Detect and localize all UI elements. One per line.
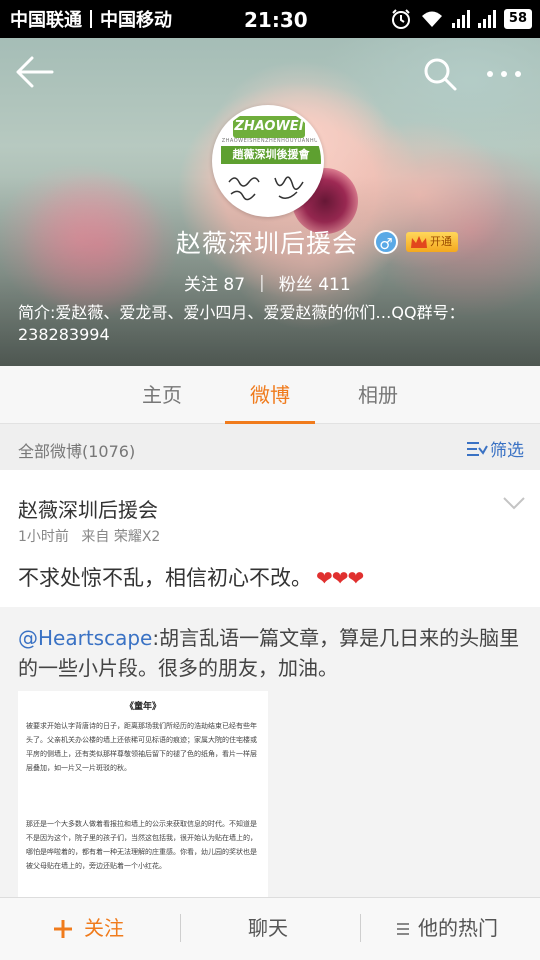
post-text: 不求处惊不乱，相信初心不改。 ❤❤❤ (18, 562, 364, 592)
following-count: 87 (223, 275, 246, 295)
bottom-action-bar: 关注 聊天 他的热门 (0, 897, 540, 960)
post-meta: 1小时前 来自 荣耀X2 (18, 526, 160, 546)
following-label: 关注 (184, 275, 218, 295)
carrier-2: 中国移动 (100, 10, 172, 31)
repost-text: @Heartscape:胡言乱语一篇文章，算是几日来的头脑里的一些小片段。很多的… (18, 623, 522, 683)
repost-block[interactable]: @Heartscape:胡言乱语一篇文章，算是几日来的头脑里的一些小片段。很多的… (0, 607, 540, 897)
profile-tabs: 主页 微博 相册 (0, 366, 540, 424)
avatar-signature (228, 176, 304, 201)
tab-weibo[interactable]: 微博 (225, 366, 315, 424)
image-doc-title: 《童年》 (124, 702, 161, 712)
avatar-logo-text: ZHAOWEI (233, 116, 305, 138)
profile-intro: 简介:爱赵薇、爱龙哥、爱小四月、爱爱赵薇的你们…QQ群号：238283994 (18, 303, 465, 344)
status-bar: 中国联通 中国移动 21:30 58 (0, 0, 540, 38)
filter-button[interactable]: 筛选 (490, 436, 524, 461)
follow-button[interactable]: 关注 (84, 898, 124, 960)
profile-name: 赵薇深圳后援会 (176, 229, 359, 258)
followers-label: 粉丝 (278, 275, 313, 295)
vip-label: 开通 (430, 235, 452, 248)
crown-icon (411, 236, 427, 248)
battery-icon: 58 (503, 9, 532, 29)
heart-emoji-icons: ❤❤❤ (316, 566, 364, 590)
signal-1-icon (451, 10, 470, 28)
more-icon[interactable] (484, 56, 524, 92)
filter-icon[interactable] (466, 440, 488, 458)
wifi-icon (421, 11, 442, 27)
image-doc-para-2: 那还是一个大多数人做着看报拉和墙上的公示来获取信息的时代。不知道是不是因为这个，… (26, 820, 257, 870)
following-stat[interactable]: 关注 87 (184, 270, 245, 295)
followers-count: 411 (318, 275, 351, 295)
signal-2-icon (477, 10, 496, 28)
hot-posts-button[interactable]: 他的热门 (418, 898, 498, 960)
vip-badge[interactable]: 开通 (406, 232, 458, 252)
followers-stat[interactable]: 粉丝 411 (279, 270, 351, 295)
carrier-1: 中国联通 (10, 10, 82, 31)
repost-mention-link[interactable]: @Heartscape (18, 626, 152, 650)
chat-button[interactable]: 聊天 (248, 898, 288, 960)
repost-image[interactable]: 《童年》 被要求开始认字背唐诗的日子，距离那场我们所经历的浩劫结束已经有些年头了… (18, 691, 268, 897)
all-posts-count: 全部微博(1076) (18, 442, 136, 461)
filter-bar: 全部微博(1076) 筛选 (0, 424, 540, 470)
avatar-logo-banner: 趙薇深圳後援會 (221, 146, 321, 164)
avatar[interactable]: ZHAOWEI ZHAOWEISHENZHENHOUYUANHUI 趙薇深圳後援… (212, 105, 324, 217)
clock: 21:30 (244, 8, 308, 32)
bottom-divider-2 (360, 914, 361, 942)
alarm-icon (391, 9, 410, 29)
post-text-content: 不求处惊不乱，相信初心不改。 (18, 566, 312, 590)
post-source: 来自 荣耀X2 (81, 529, 161, 545)
back-arrow-icon[interactable] (16, 56, 56, 88)
image-doc-para-1: 被要求开始认字背唐诗的日子，距离那场我们所经历的浩劫结束已经有些年头了。父亲机关… (26, 722, 257, 772)
stats-divider: | (259, 272, 265, 293)
menu-icon (397, 923, 409, 935)
tab-album[interactable]: 相册 (333, 366, 423, 424)
chevron-down-icon[interactable] (502, 496, 526, 510)
plus-icon (54, 920, 72, 938)
post-time: 1小时前 (18, 529, 69, 545)
post-author[interactable]: 赵薇深圳后援会 (18, 494, 158, 523)
gender-male-icon: ♂ (374, 230, 398, 254)
tab-home[interactable]: 主页 (117, 366, 207, 424)
bottom-divider-1 (180, 914, 181, 942)
search-icon[interactable] (422, 56, 458, 92)
top-nav (0, 38, 540, 108)
avatar-logo-subtext: ZHAOWEISHENZHENHOUYUANHUI (221, 138, 321, 144)
post-card[interactable]: 赵薇深圳后援会 1小时前 来自 荣耀X2 不求处惊不乱，相信初心不改。 ❤❤❤ (0, 470, 540, 607)
profile-stats: 关注 87 | 粉丝 411 (184, 270, 351, 296)
